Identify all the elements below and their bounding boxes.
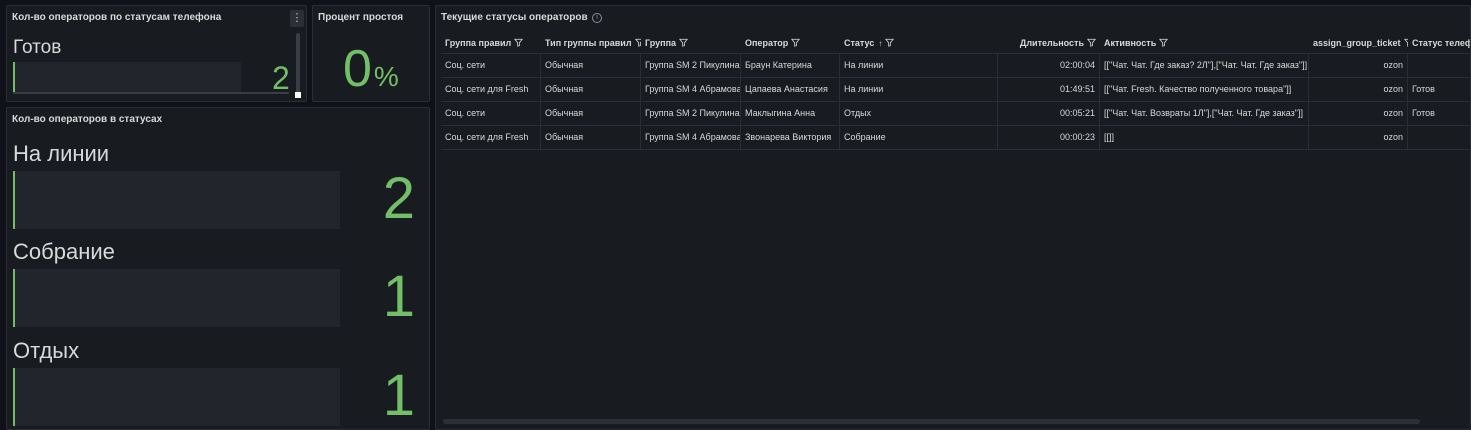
- filter-funnel-icon[interactable]: [1159, 38, 1169, 47]
- table-cell: ozon: [1309, 126, 1408, 149]
- column-header[interactable]: Активность: [1100, 33, 1309, 53]
- table-cell: [["Чат. Fresh. Качество полученного това…: [1100, 78, 1309, 101]
- table-cell: Обычная: [541, 102, 641, 125]
- filter-funnel-icon[interactable]: [514, 38, 524, 47]
- table-cell: Собрание: [840, 126, 998, 149]
- table-cell: Соц. сети: [441, 54, 541, 77]
- horizontal-scrollbar[interactable]: [443, 419, 1420, 424]
- table-cell: Соц. сети: [441, 102, 541, 125]
- status-block: Собрание 1: [7, 239, 429, 338]
- column-header[interactable]: Группа правил: [441, 33, 541, 53]
- table-cell: Обычная: [541, 54, 641, 77]
- table-row[interactable]: Соц. сети для Fresh Обычная Группа SM 4 …: [441, 78, 1470, 102]
- table-cell: Соц. сети для Fresh: [441, 126, 541, 149]
- table-cell: Группа SM 4 Абрамова: [641, 78, 741, 101]
- status-bar-fill: [13, 171, 15, 229]
- table-cell: Цапаева Анастасия: [741, 78, 840, 101]
- table-row[interactable]: Соц. сети Обычная Группа SM 2 Пикулина М…: [441, 102, 1470, 126]
- table-cell: Готов: [1412, 108, 1435, 118]
- table-cell: 00:00:23: [998, 126, 1100, 149]
- panel-current-statuses-table: Текущие статусы операторов i Группа прав…: [435, 5, 1471, 430]
- vertical-dots-icon[interactable]: ⋮: [290, 10, 304, 27]
- table-cell: ozon: [1309, 102, 1408, 125]
- status-bar-track: [13, 171, 340, 229]
- status-label: На линии: [13, 141, 110, 166]
- column-header[interactable]: Статус телефона: [1408, 33, 1470, 53]
- stat-bar-track: [13, 62, 241, 92]
- table-cell: 00:05:21: [998, 102, 1100, 125]
- table-cell: Соц. сети для Fresh: [441, 78, 541, 101]
- stat-bar-fill: [13, 62, 15, 92]
- idle-percent-number: 0: [343, 40, 372, 98]
- status-value: 1: [382, 264, 415, 329]
- table-cell: На линии: [840, 78, 998, 101]
- status-block: Отдых 1: [7, 338, 429, 429]
- panel-title[interactable]: Процент простоя: [318, 12, 403, 23]
- column-header[interactable]: Длительность: [998, 33, 1100, 53]
- table-cell: [["Чат. Чат. Где заказ? 2Л"],["Чат. Чат.…: [1100, 54, 1309, 77]
- table-cell: Браун Катерина: [741, 54, 840, 77]
- resize-handle[interactable]: [295, 92, 301, 98]
- filter-funnel-icon[interactable]: [791, 38, 801, 47]
- status-bar-track: [13, 269, 340, 327]
- table-cell: Обычная: [541, 126, 641, 149]
- idle-percent-unit: %: [373, 61, 399, 92]
- filter-funnel-icon[interactable]: [885, 38, 895, 47]
- operators-table: Группа правил Тип группы правил Группа О…: [441, 33, 1470, 150]
- table-cell: Отдых: [840, 102, 998, 125]
- panel-title[interactable]: Кол-во операторов в статусах: [12, 114, 162, 125]
- table-cell: Маклыгина Анна: [741, 102, 840, 125]
- panel-title[interactable]: Кол-во операторов по статусам телефона: [12, 12, 221, 23]
- idle-percent-value: 0%: [343, 39, 399, 99]
- table-cell: 01:49:51: [998, 78, 1100, 101]
- table-cell: ozon: [1309, 54, 1408, 77]
- table-cell: Группа SM 4 Абрамова: [641, 126, 741, 149]
- table-row[interactable]: Соц. сети Обычная Группа SM 2 Пикулина Б…: [441, 54, 1470, 78]
- horizontal-scrollbar[interactable]: [13, 92, 289, 94]
- table-cell: ozon: [1309, 78, 1408, 101]
- table-cell: Звонарева Виктория: [741, 126, 840, 149]
- table-cell: 02:00:04: [998, 54, 1100, 77]
- column-header[interactable]: Оператор: [741, 33, 840, 53]
- table-cell: [["Чат. Чат. Возвраты 1Л"],["Чат. Чат. Г…: [1100, 102, 1309, 125]
- status-bar-fill: [13, 368, 15, 426]
- info-circle-icon[interactable]: i: [592, 13, 602, 23]
- table-row[interactable]: Соц. сети для Fresh Обычная Группа SM 4 …: [441, 126, 1470, 150]
- table-cell: Обычная: [541, 78, 641, 101]
- status-label: Собрание: [13, 239, 115, 264]
- status-value: 2: [382, 166, 415, 231]
- column-header[interactable]: Группа: [641, 33, 741, 53]
- table-cell: На линии: [840, 54, 998, 77]
- panel-phone-statuses: Кол-во операторов по статусам телефона ⋮…: [6, 5, 307, 102]
- table-cell: [[]]: [1100, 126, 1309, 149]
- filter-funnel-icon[interactable]: [679, 38, 689, 47]
- vertical-scrollbar[interactable]: [296, 33, 300, 95]
- table-cell: [1408, 54, 1470, 77]
- status-value: 1: [382, 363, 415, 428]
- panel-title[interactable]: Текущие статусы операторов: [441, 12, 588, 23]
- column-header[interactable]: Тип группы правил: [541, 33, 641, 53]
- table-cell: Готов: [1412, 84, 1435, 94]
- column-header[interactable]: assign_group_ticket: [1309, 33, 1408, 53]
- status-label: Отдых: [13, 338, 80, 363]
- status-bar-fill: [13, 269, 15, 327]
- filter-funnel-icon[interactable]: [1087, 38, 1096, 47]
- panel-operator-statuses: Кол-во операторов в статусах На линии 2 …: [6, 107, 430, 430]
- status-block: На линии 2: [7, 141, 429, 240]
- table-cell: Группа SM 2 Пикулина: [641, 102, 741, 125]
- table-header-row: Группа правил Тип группы правил Группа О…: [441, 33, 1470, 54]
- stat-label: Готов: [13, 37, 62, 58]
- sort-ascending-icon[interactable]: ↑: [878, 34, 882, 53]
- table-cell: [1408, 126, 1470, 149]
- panel-idle-percent: Процент простоя 0%: [312, 5, 430, 102]
- column-header[interactable]: Статус ↑: [840, 33, 998, 53]
- status-bar-track: [13, 368, 340, 426]
- table-cell: Группа SM 2 Пикулина: [641, 54, 741, 77]
